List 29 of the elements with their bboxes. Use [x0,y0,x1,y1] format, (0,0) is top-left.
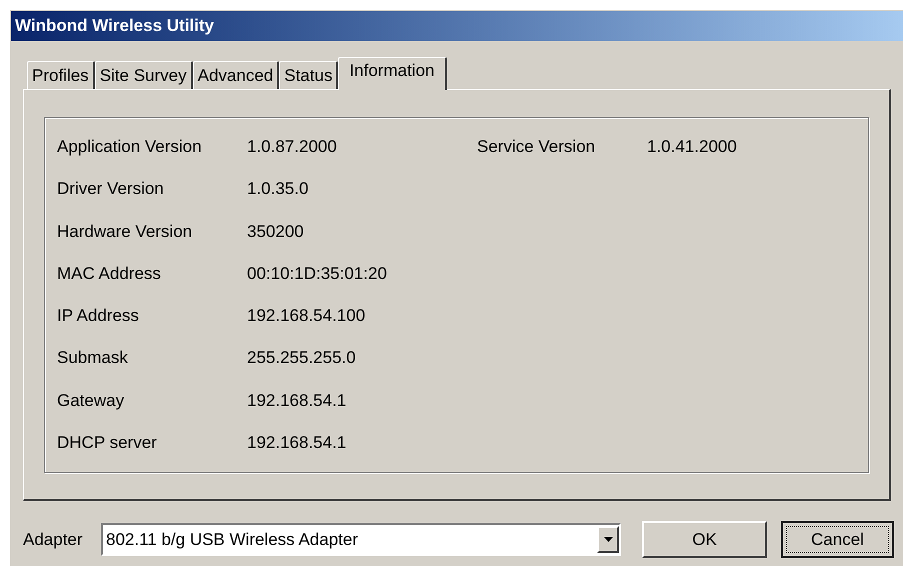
dialog-button[interactable]: OK [642,521,767,558]
info-value: 255.255.255.0 [247,347,356,370]
dialog-button[interactable]: Cancel [781,521,894,558]
info-value: 192.168.54.1 [247,432,346,454]
info-value: 192.168.54.1 [247,390,346,412]
tab[interactable]: Site Survey [94,61,193,89]
adapter-dropdown[interactable]: 802.11 b/g USB Wireless Adapter [101,523,621,556]
info-value: 350200 [247,220,304,242]
tab[interactable]: Status [279,61,338,89]
info-label: DHCP server [57,432,158,454]
tab[interactable]: Information [338,57,446,90]
info-label: Driver Version [57,178,165,200]
adapter-label: Adapter [23,529,84,551]
info-value: 1.0.41.2000 [647,136,737,158]
info-label: Application Version [57,136,203,158]
info-label: Hardware Version [57,220,194,242]
info-value: 192.168.54.100 [247,305,366,327]
tab[interactable]: Advanced [192,61,280,89]
info-label: IP Address [57,305,140,327]
window-title: Winbond Wireless Utility [15,15,214,38]
info-label: Service Version [477,136,596,158]
dropdown-caret-icon[interactable] [597,526,619,553]
info-label: Submask [57,347,129,370]
info-label: MAC Address [57,262,162,285]
info-value: 1.0.35.0 [247,178,308,200]
info-value: 00:10:1D:35:01:20 [247,262,387,285]
info-label: Gateway [57,390,126,412]
tab[interactable]: Profiles [27,61,95,89]
info-value: 1.0.87.2000 [247,136,337,158]
